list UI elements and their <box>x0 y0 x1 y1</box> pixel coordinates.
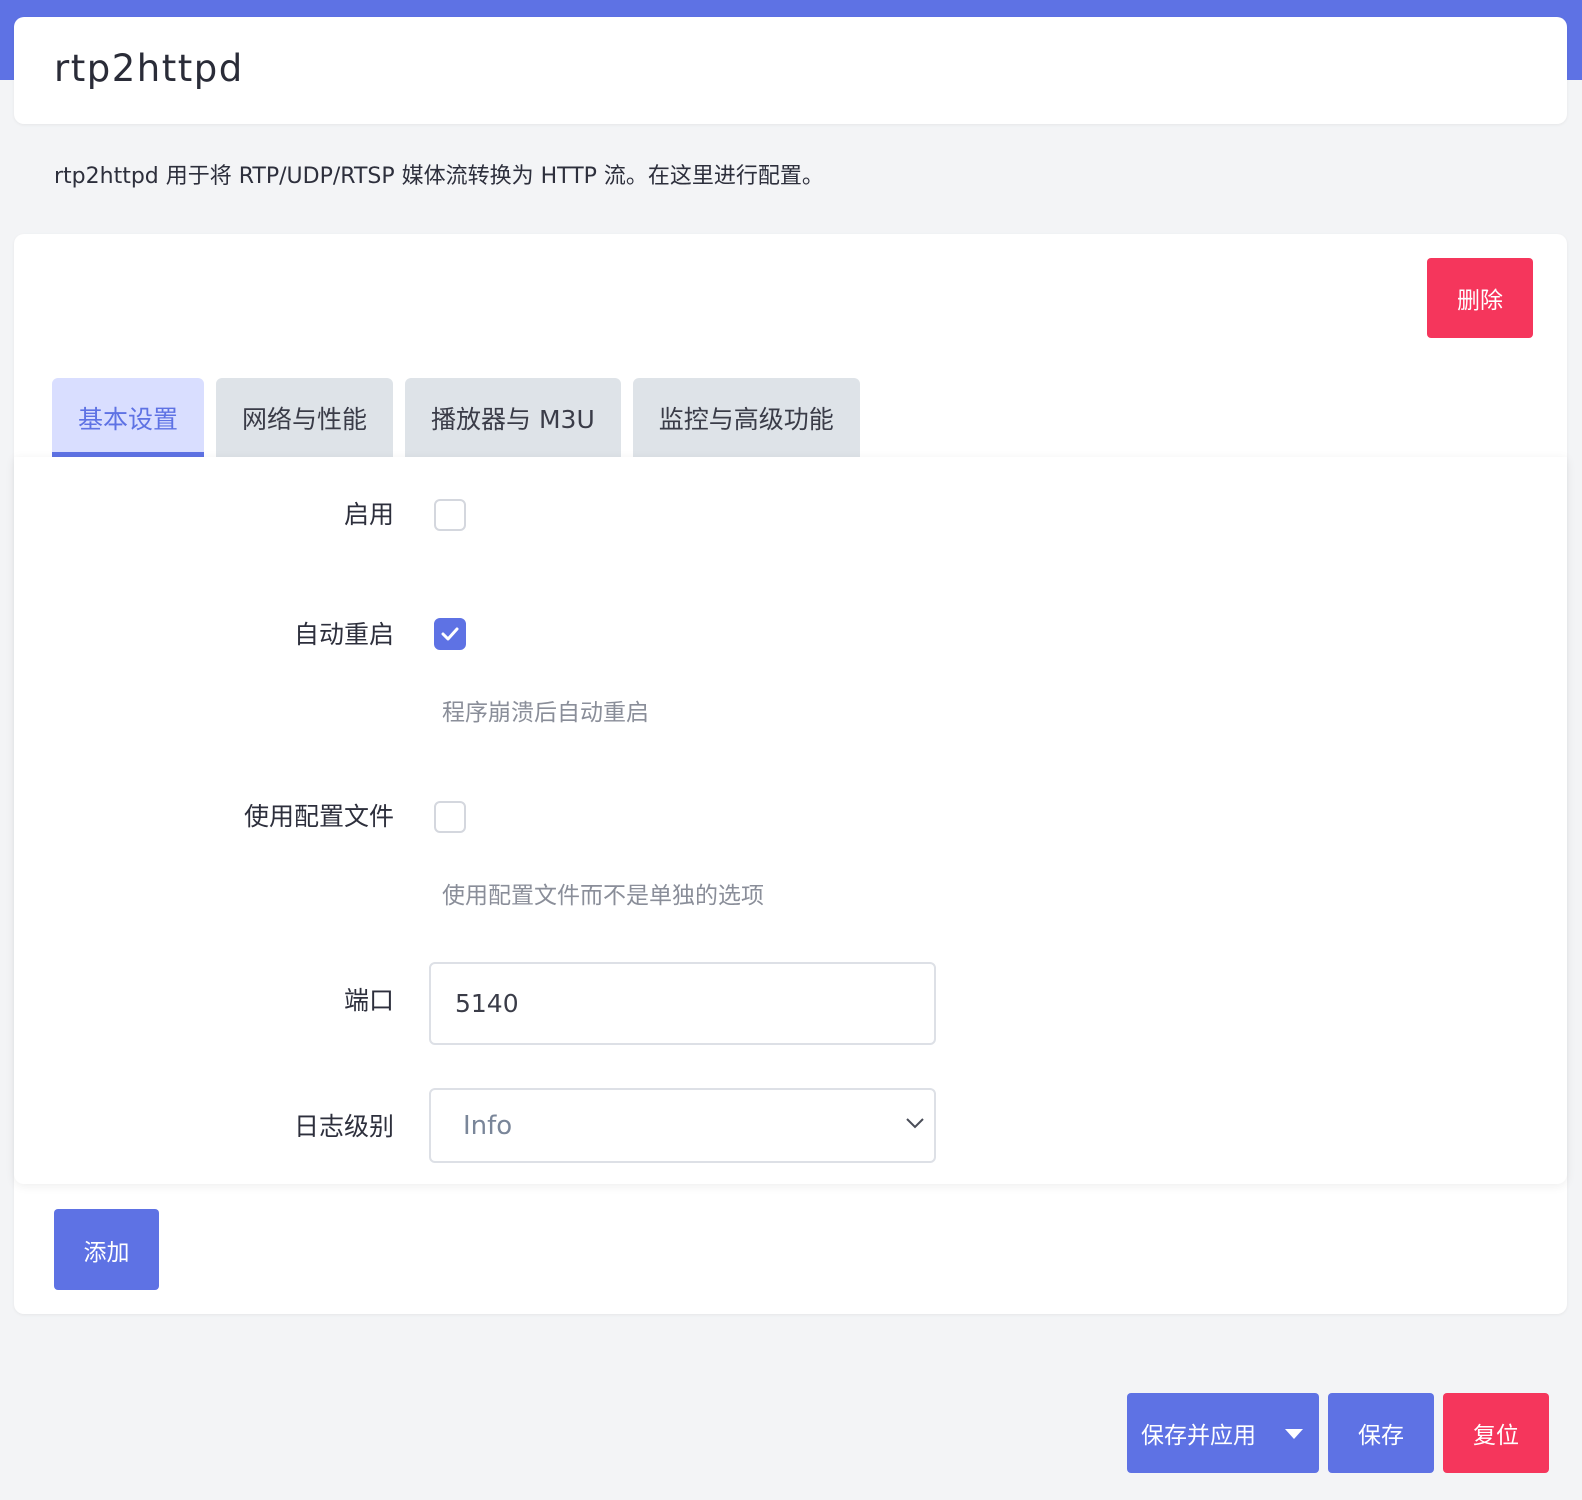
save-button[interactable]: 保存 <box>1328 1393 1434 1473</box>
chevron-down-icon <box>906 1118 924 1129</box>
add-button[interactable]: 添加 <box>54 1209 159 1290</box>
enable-checkbox[interactable] <box>434 499 466 531</box>
config-section: 删除 基本设置 网络与性能 播放器与 M3U 监控与高级功能 启用 自动重启 程… <box>14 234 1567 1314</box>
page-description: rtp2httpd 用于将 RTP/UDP/RTSP 媒体流转换为 HTTP 流… <box>54 164 824 189</box>
port-input[interactable]: 5140 <box>429 962 936 1045</box>
auto-restart-label: 自动重启 <box>293 620 394 649</box>
auto-restart-hint: 程序崩溃后自动重启 <box>442 700 649 726</box>
port-label: 端口 <box>343 986 394 1015</box>
page-title: rtp2httpd <box>54 47 244 90</box>
tab-network-performance[interactable]: 网络与性能 <box>216 378 394 457</box>
save-and-apply-label: 保存并应用 <box>1141 1423 1256 1449</box>
auto-restart-checkbox[interactable] <box>434 618 466 650</box>
tab-panel-basic: 启用 自动重启 程序崩溃后自动重启 使用配置文件 使用配置文件而不是单独的选项 … <box>14 457 1567 1184</box>
log-level-select[interactable]: Info <box>429 1088 936 1163</box>
delete-button[interactable]: 删除 <box>1427 258 1533 338</box>
tab-basic-settings[interactable]: 基本设置 <box>52 378 205 457</box>
tab-bar: 基本设置 网络与性能 播放器与 M3U 监控与高级功能 <box>52 378 860 457</box>
checkmark-icon <box>441 627 459 641</box>
use-config-file-label: 使用配置文件 <box>243 802 394 831</box>
tab-monitoring-advanced[interactable]: 监控与高级功能 <box>632 378 860 457</box>
save-and-apply-button[interactable]: 保存并应用 <box>1127 1393 1319 1473</box>
use-config-file-hint: 使用配置文件而不是单独的选项 <box>442 883 764 909</box>
log-level-value: Info <box>463 1110 513 1141</box>
use-config-file-checkbox[interactable] <box>434 801 466 833</box>
reset-button[interactable]: 复位 <box>1443 1393 1549 1473</box>
caret-down-icon[interactable] <box>1285 1429 1303 1439</box>
enable-label: 启用 <box>343 500 394 529</box>
title-card: rtp2httpd <box>14 17 1567 124</box>
tab-player-m3u[interactable]: 播放器与 M3U <box>405 378 621 457</box>
log-level-label: 日志级别 <box>293 1112 394 1141</box>
